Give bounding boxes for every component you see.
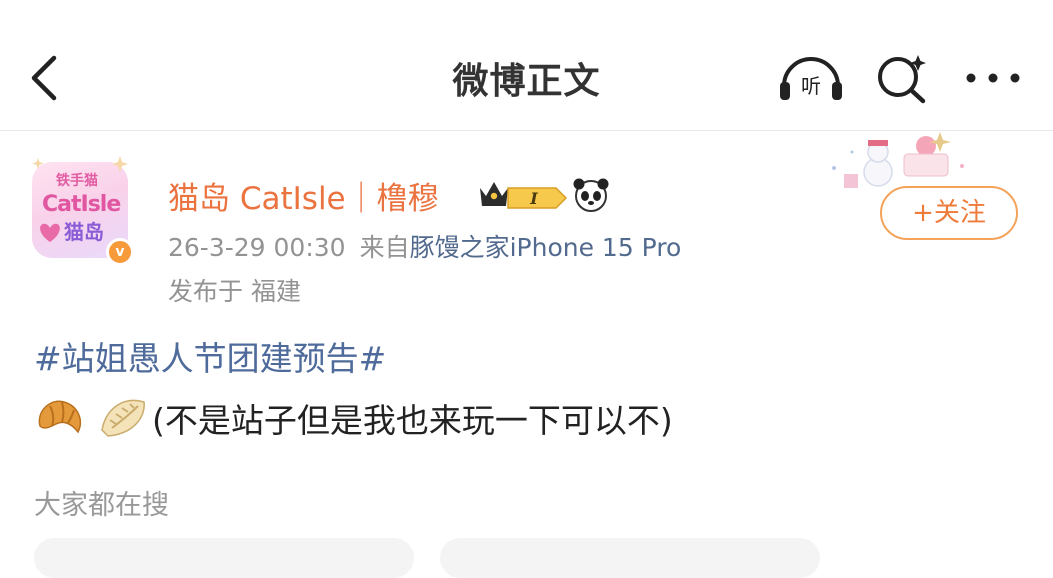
- croissant-icon: [38, 400, 82, 434]
- topic-hashtag[interactable]: #站姐愚人节团建预告#: [34, 336, 1033, 382]
- post-location: 发布于 福建: [168, 277, 301, 306]
- post-content: #站姐愚人节团建预告# (不是站子但是我也来玩一下可以不): [34, 336, 1033, 446]
- timestamp: 26-3-29 00:30: [168, 233, 346, 262]
- avatar-text-top: 铁手猫: [56, 173, 98, 189]
- related-search-title: 大家都在搜: [34, 490, 169, 521]
- source-prefix: 来自: [359, 233, 410, 262]
- follow-button[interactable]: +关注: [880, 186, 1018, 240]
- level-badge: I: [507, 187, 568, 209]
- related-search-chip[interactable]: [34, 538, 414, 578]
- panda-icon: [573, 178, 609, 212]
- post-text-line: (不是站子但是我也来玩一下可以不): [34, 390, 1033, 446]
- user-badges: I: [480, 178, 609, 212]
- username[interactable]: 猫岛 CatIsle｜橹穆: [168, 173, 439, 218]
- avatar[interactable]: 铁手猫 CatIsle 猫岛 v: [24, 150, 136, 268]
- listen-label: 听: [801, 74, 821, 98]
- level-badge-text: I: [529, 189, 538, 208]
- post-text: (不是站子但是我也来玩一下可以不): [152, 401, 673, 440]
- related-search-chip[interactable]: [440, 538, 820, 578]
- avatar-text-catisle: CatIsle: [42, 192, 121, 217]
- more-dots-icon[interactable]: [962, 52, 1024, 104]
- post-meta: 26-3-29 00:30 来自豚馒之家iPhone 15 Pro: [168, 228, 681, 264]
- device-link[interactable]: 豚馒之家iPhone 15 Pro: [410, 233, 682, 262]
- verified-badge-icon: v: [106, 238, 134, 266]
- crown-icon: [480, 182, 508, 206]
- listen-button[interactable]: 听: [776, 52, 846, 104]
- top-nav-bar: 微博正文 听: [0, 0, 1053, 131]
- avatar-text-maodao: 猫岛: [64, 220, 104, 244]
- dumpling-icon: [101, 399, 145, 437]
- search-sparkle-icon[interactable]: [874, 52, 930, 104]
